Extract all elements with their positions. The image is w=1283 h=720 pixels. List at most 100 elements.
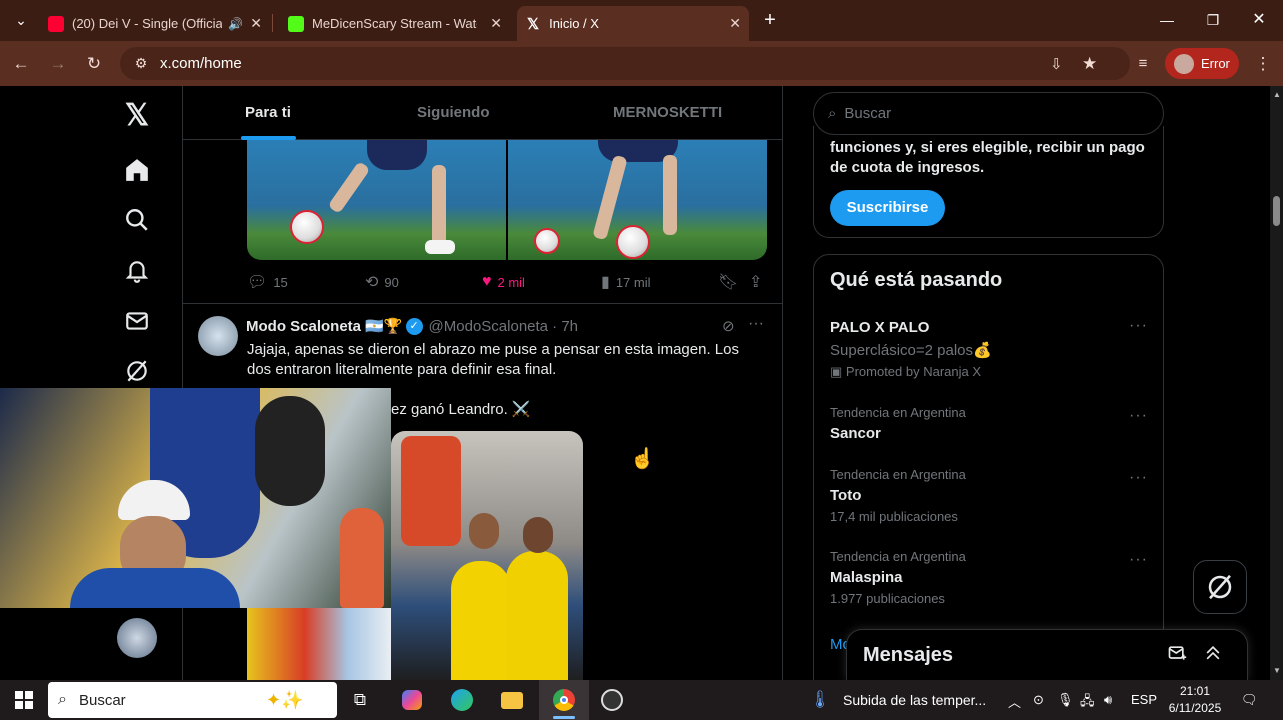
trend-name[interactable]: PALO X PALO (830, 319, 929, 336)
reply-button[interactable]: 💬︎ 15 (247, 272, 288, 292)
promoted-label: ▣ Promoted by Naranja X (830, 364, 982, 379)
show-hidden-icons[interactable]: ︿ (1008, 692, 1021, 711)
site-info-icon[interactable]: ⚙ (126, 55, 156, 72)
install-app-icon[interactable]: ⇩ (1050, 55, 1063, 73)
trend-name[interactable]: Sancor (830, 425, 881, 442)
more-options-icon[interactable]: ··· (1129, 469, 1148, 487)
tab-para-ti[interactable]: Para ti (245, 104, 291, 121)
share-button[interactable]: ⇪ (749, 272, 768, 292)
audio-playing-icon[interactable]: 🔊 (228, 17, 243, 31)
reload-icon[interactable]: ↻ (81, 51, 107, 77)
trend-meta: Tendencia en Argentina (830, 405, 966, 420)
post-image[interactable] (391, 431, 583, 680)
address-bar[interactable]: ⚙ x.com/home ⇩ ★ (120, 47, 1130, 80)
edge-icon[interactable] (448, 686, 476, 714)
trend-name[interactable]: Toto (830, 487, 861, 504)
weather-news[interactable]: Subida de las temper... (843, 692, 986, 708)
premium-text: funciones y, si eres elegible, recibir u… (830, 139, 1145, 176)
microphone-icon[interactable]: 🎙︎ (1057, 692, 1074, 708)
close-tab-icon[interactable]: ✕ (490, 15, 502, 32)
repost-button[interactable]: ⟲ 90 (365, 272, 399, 292)
post-text-line: dos entraron literalmente para definir e… (247, 361, 557, 378)
more-options-icon[interactable]: ··· (1129, 407, 1148, 425)
weather-thermometer-icon[interactable]: 🌡 (806, 686, 834, 714)
views-button[interactable]: ▮ 17 mil (601, 272, 651, 292)
like-button[interactable]: ♥ 2 mil (482, 272, 525, 292)
forward-icon[interactable]: → (45, 51, 71, 77)
bookmark-star-icon[interactable]: ★ (1082, 54, 1097, 74)
x-logo-icon[interactable]: 𝕏 (122, 99, 152, 132)
task-view-icon[interactable]: ⧉ (346, 686, 374, 714)
new-message-icon[interactable] (1167, 643, 1187, 668)
tab-x-home[interactable]: 𝕏 Inicio / X ✕ (517, 6, 749, 41)
repost-icon: ⟲ (365, 274, 379, 291)
post-image-right[interactable] (508, 140, 767, 260)
language-indicator[interactable]: ESP (1131, 692, 1157, 707)
avatar[interactable] (198, 316, 238, 356)
search-highlight-icon: ✦✨ (266, 689, 304, 710)
tray-app-icon[interactable]: ⊙ (1033, 692, 1044, 708)
chrome-taskbar-button[interactable] (539, 680, 589, 720)
trend-meta: Tendencia en Argentina (830, 549, 966, 564)
grok-icon[interactable] (122, 356, 152, 386)
active-tab-indicator (241, 136, 296, 140)
clock-date: 6/11/2025 (1168, 701, 1222, 715)
post-image[interactable] (247, 608, 391, 680)
obs-icon[interactable] (598, 686, 626, 714)
author-name[interactable]: Modo Scaloneta 🇦🇷🏆 (246, 317, 403, 335)
notifications-icon[interactable] (122, 256, 152, 286)
grok-floating-button[interactable] (1193, 560, 1247, 614)
more-options-icon[interactable]: ··· (748, 315, 764, 333)
expand-up-icon[interactable] (1203, 643, 1223, 668)
notifications-center-icon[interactable]: 🗨︎ (1241, 692, 1258, 708)
page-scrollbar[interactable]: ▲ ▼ (1270, 86, 1283, 680)
messages-drawer[interactable]: Mensajes (846, 629, 1248, 680)
tab-kick[interactable]: MeDicenScary Stream - Watch ✕ (278, 6, 510, 41)
author-handle[interactable]: @ModoScaloneta · 7h (429, 318, 578, 335)
tab-youtube[interactable]: (20) Dei V - Single (Official 🔊 ✕ (38, 6, 270, 41)
grok-post-icon[interactable]: ⊘ (722, 317, 735, 335)
post-header: Modo Scaloneta 🇦🇷🏆 ✓ @ModoScaloneta · 7h (246, 317, 578, 335)
volume-icon[interactable]: 🔊︎ (1104, 692, 1112, 708)
avatar[interactable] (117, 618, 157, 658)
profile-error-button[interactable]: Error (1165, 48, 1239, 79)
menu-icon[interactable]: ⋮ (1250, 51, 1276, 77)
more-options-icon[interactable]: ··· (1129, 551, 1148, 569)
tab-search-icon[interactable]: ⌄ (6, 8, 36, 32)
scrollbar-thumb[interactable] (1273, 196, 1280, 226)
url-text[interactable]: x.com/home (160, 55, 242, 72)
tab-siguiendo[interactable]: Siguiendo (417, 104, 490, 121)
minimize-icon[interactable]: — (1152, 8, 1182, 32)
reading-list-icon[interactable]: ≡ (1130, 51, 1156, 77)
close-tab-icon[interactable]: ✕ (729, 15, 741, 32)
more-options-icon[interactable]: ··· (1129, 317, 1148, 335)
trend-subtitle: Superclásico=2 palos💰 (830, 342, 992, 359)
windows-start-icon[interactable] (10, 686, 38, 714)
copilot-icon[interactable] (398, 686, 426, 714)
search-icon: ⌕ (58, 691, 67, 708)
explore-icon[interactable] (122, 205, 152, 235)
network-icon[interactable]: 🖧 (1080, 692, 1095, 714)
back-icon[interactable]: ← (8, 51, 34, 77)
column-divider (782, 86, 783, 680)
tab-mernosketti[interactable]: MERNOSKETTI (613, 104, 722, 121)
post-image-left[interactable] (247, 140, 506, 260)
close-tab-icon[interactable]: ✕ (250, 15, 262, 32)
webcam-overlay (0, 388, 391, 608)
close-window-icon[interactable]: ✕ (1244, 8, 1274, 32)
home-icon[interactable] (122, 155, 152, 185)
search-input[interactable]: ⌕ Buscar (813, 92, 1164, 135)
post-media[interactable] (247, 140, 767, 260)
bookmark-button[interactable]: 🔖︎ (718, 272, 744, 292)
avatar (1174, 53, 1194, 74)
messages-icon[interactable] (122, 306, 152, 336)
clock-time: 21:01 (1179, 684, 1211, 698)
subscribe-button[interactable]: Suscribirse (830, 190, 945, 226)
file-explorer-icon[interactable] (498, 686, 526, 714)
taskbar-search-input[interactable]: ⌕ Buscar ✦✨ (48, 682, 337, 718)
trend-post-count: 1.977 publicaciones (830, 591, 945, 606)
new-tab-icon[interactable]: + (755, 8, 785, 32)
restore-icon[interactable]: ❐ (1198, 8, 1228, 32)
clock[interactable]: 21:01 6/11/2025 (1160, 683, 1230, 717)
trend-name[interactable]: Malaspina (830, 569, 903, 586)
